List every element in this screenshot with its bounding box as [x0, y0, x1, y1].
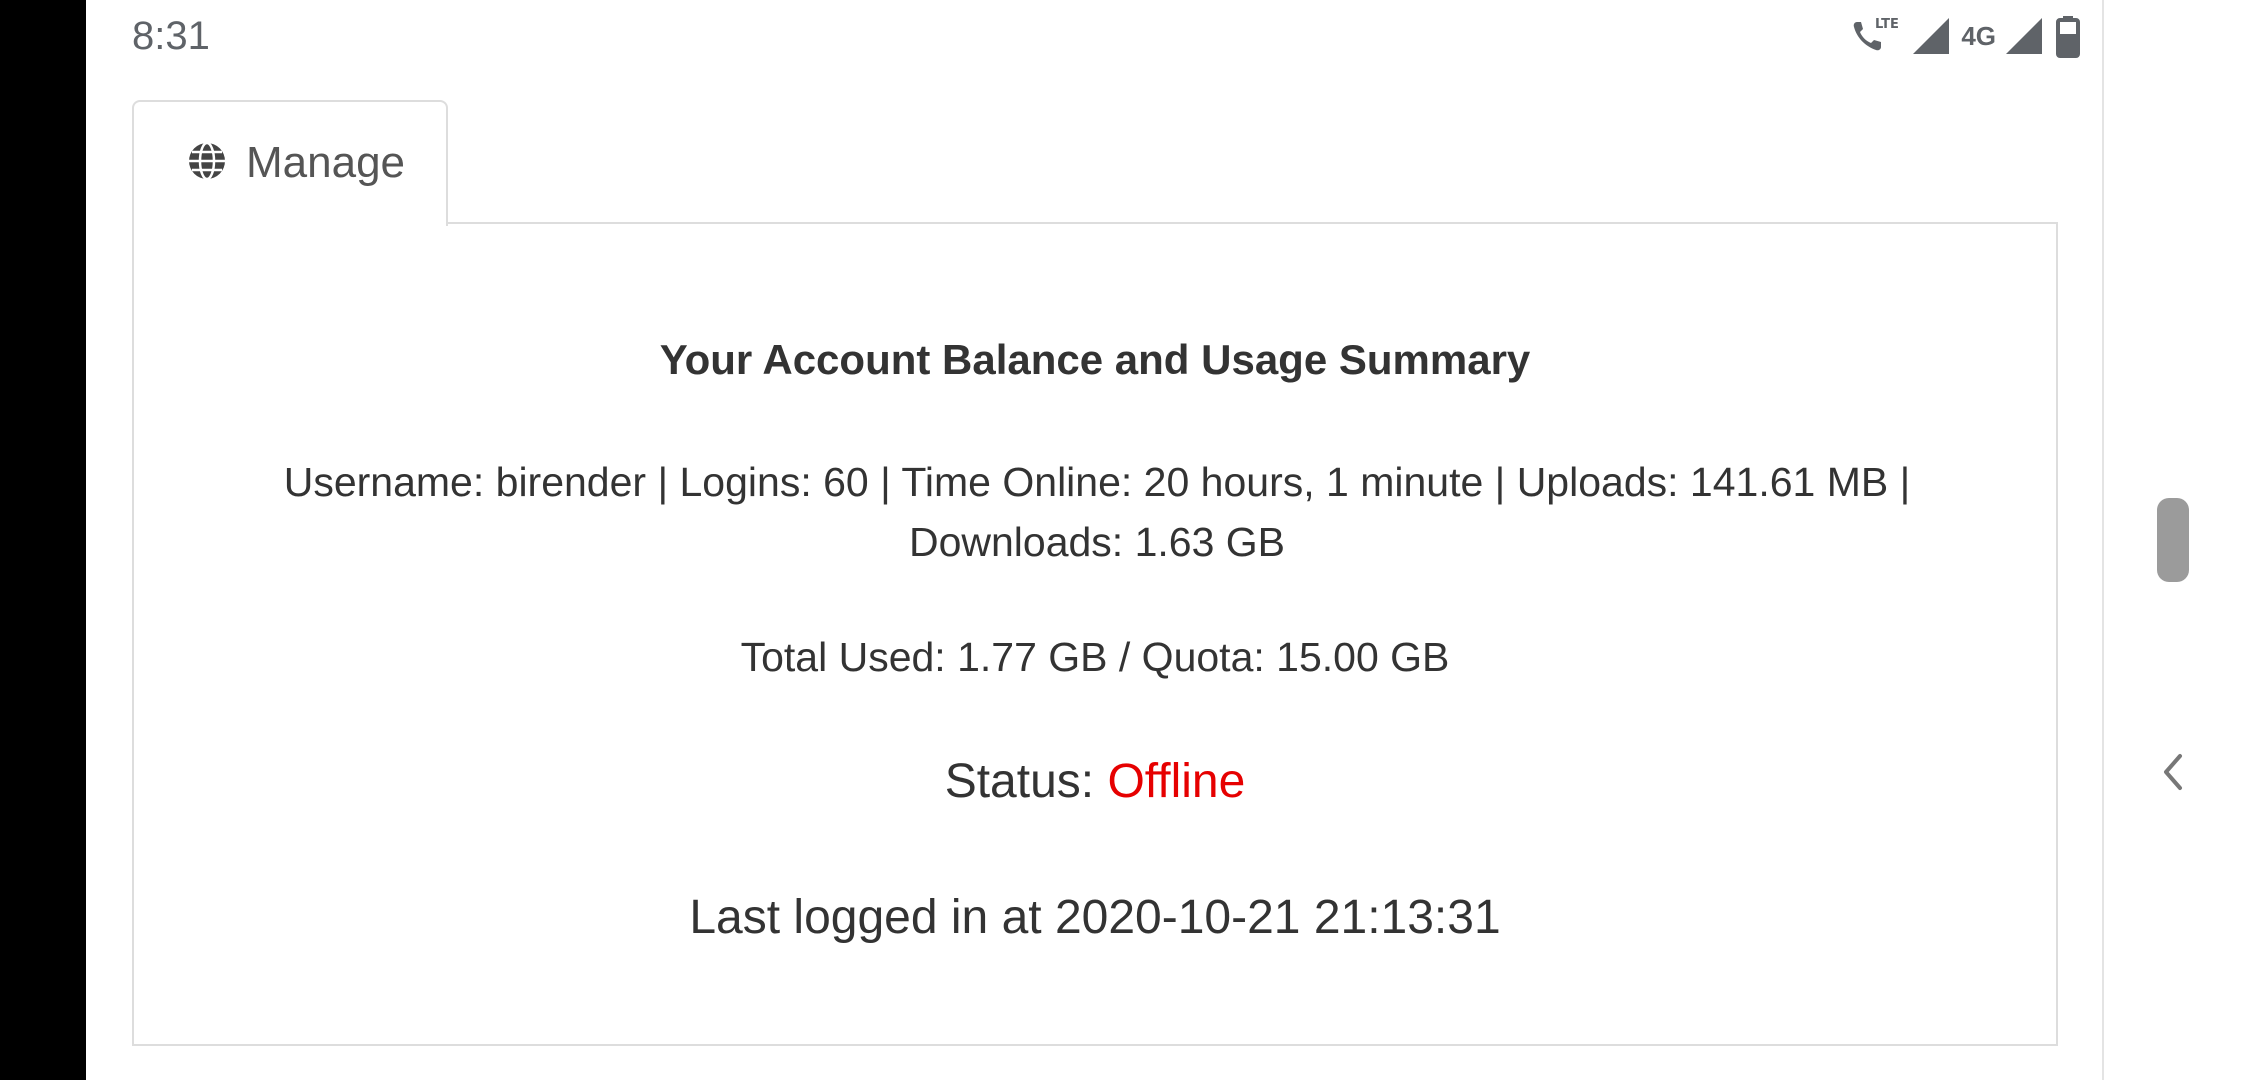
scrollbar-thumb[interactable]	[2157, 498, 2189, 582]
lte-call-icon: LTE	[1849, 14, 1901, 58]
svg-text:LTE: LTE	[1875, 17, 1899, 32]
status-bar: 8:31 LTE 4G	[86, 0, 2102, 74]
globe-icon	[186, 140, 228, 187]
signal-4g-icon	[2004, 16, 2044, 56]
account-details: Username: birender | Logins: 60 | Time O…	[283, 459, 1911, 565]
usage-totals: Total Used: 1.77 GB / Quota: 15.00 GB	[740, 634, 1450, 680]
last-login-text: Last logged in at 2020-10-21 21:13:31	[689, 891, 1501, 944]
battery-icon	[2054, 14, 2082, 58]
status-label: Status:	[944, 755, 1108, 808]
usage-summary-panel: Your Account Balance and Usage Summary U…	[132, 222, 2058, 1046]
system-icons: LTE 4G	[1849, 12, 2082, 60]
tab-manage[interactable]: Manage	[132, 100, 448, 226]
left-edge-bar	[0, 0, 86, 1080]
signal-icon	[1911, 16, 1951, 56]
tab-label: Manage	[246, 138, 406, 187]
summary-title: Your Account Balance and Usage Summary	[659, 336, 1531, 383]
status-line: Status: Offline	[134, 754, 2056, 809]
chevron-left-icon[interactable]	[2162, 752, 2184, 792]
clock: 8:31	[132, 14, 210, 58]
network-type-label: 4G	[1961, 20, 1996, 51]
status-badge: Offline	[1107, 755, 1246, 808]
